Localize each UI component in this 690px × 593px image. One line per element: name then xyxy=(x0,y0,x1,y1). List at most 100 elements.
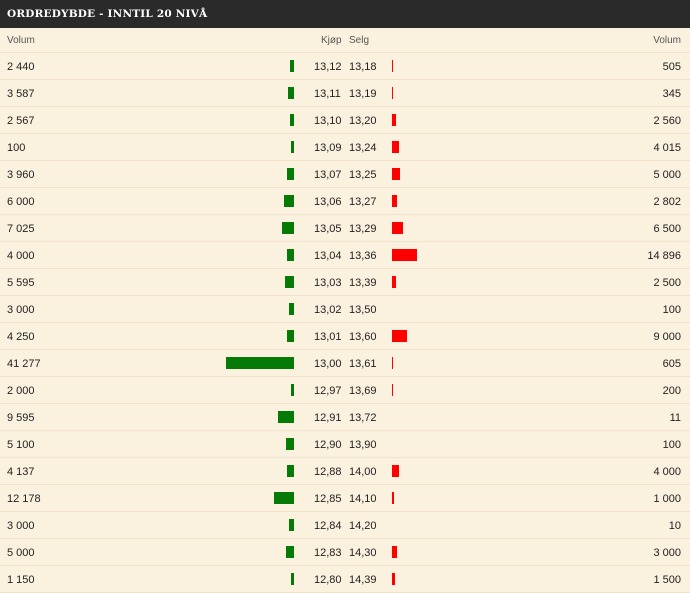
sell-volume: 11 xyxy=(669,412,681,424)
order-row: 9 595 12,91 13,72 11 xyxy=(0,404,690,431)
buy-volume: 41 277 xyxy=(7,358,41,370)
sell-price: 13,72 xyxy=(349,412,377,424)
sell-price: 13,39 xyxy=(349,277,377,289)
sell-price: 13,24 xyxy=(349,142,377,154)
buy-price: 13,06 xyxy=(314,196,342,208)
buy-volume-bar xyxy=(288,87,294,99)
sell-price: 13,18 xyxy=(349,61,377,73)
sell-volume: 605 xyxy=(662,358,681,370)
buy-volume-bar xyxy=(287,330,294,342)
order-row: 41 277 13,00 13,61 605 xyxy=(0,350,690,377)
buy-volume: 3 000 xyxy=(7,304,35,316)
buy-volume-bar xyxy=(287,249,294,261)
buy-price: 12,83 xyxy=(314,547,342,559)
sell-volume-bar xyxy=(392,465,399,477)
sell-price: 13,19 xyxy=(349,88,377,100)
sell-price: 14,39 xyxy=(349,574,377,586)
sell-volume-bar xyxy=(392,276,396,288)
sell-volume: 2 802 xyxy=(653,196,681,208)
order-row: 5 000 12,83 14,30 3 000 xyxy=(0,539,690,566)
buy-price: 12,80 xyxy=(314,574,342,586)
sell-price: 13,90 xyxy=(349,439,377,451)
buy-volume-bar xyxy=(290,60,294,72)
buy-volume: 12 178 xyxy=(7,493,41,505)
buy-volume-bar xyxy=(286,546,294,558)
buy-price: 12,88 xyxy=(314,466,342,478)
order-rows: 2 440 13,12 13,18 505 3 587 13,11 13,19 345 2 56… xyxy=(0,53,690,593)
buy-volume: 3 960 xyxy=(7,169,35,181)
order-row: 2 440 13,12 13,18 505 xyxy=(0,53,690,80)
buy-price: 13,05 xyxy=(314,223,342,235)
buy-price: 13,12 xyxy=(314,61,342,73)
buy-volume: 7 025 xyxy=(7,223,35,235)
order-row: 5 595 13,03 13,39 2 500 xyxy=(0,269,690,296)
sell-volume: 2 500 xyxy=(653,277,681,289)
buy-price: 12,90 xyxy=(314,439,342,451)
sell-volume: 10 xyxy=(668,520,681,532)
buy-volume-bar xyxy=(291,141,294,153)
buy-volume: 100 xyxy=(7,142,26,154)
buy-volume-bar xyxy=(285,276,294,288)
sell-volume: 5 000 xyxy=(653,169,681,181)
buy-price: 13,01 xyxy=(314,331,342,343)
buy-price: 12,85 xyxy=(314,493,342,505)
sell-volume-bar xyxy=(392,249,417,261)
buy-volume-bar xyxy=(289,303,294,315)
buy-volume: 6 000 xyxy=(7,196,35,208)
order-row: 2 567 13,10 13,20 2 560 xyxy=(0,107,690,134)
sell-price: 13,60 xyxy=(349,331,377,343)
sell-volume: 345 xyxy=(662,88,681,100)
buy-volume: 2 000 xyxy=(7,385,35,397)
sell-price: 14,30 xyxy=(349,547,377,559)
header-sell-volume: Volum xyxy=(653,35,681,46)
sell-price: 13,36 xyxy=(349,250,377,262)
header-buy-volume: Volum xyxy=(7,35,35,46)
header-sell-price: Selg xyxy=(349,35,370,46)
order-row: 3 960 13,07 13,25 5 000 xyxy=(0,161,690,188)
sell-volume: 505 xyxy=(662,61,681,73)
buy-volume: 2 440 xyxy=(7,61,35,73)
sell-volume-bar xyxy=(392,195,397,207)
sell-volume-bar xyxy=(392,357,393,369)
buy-volume: 3 000 xyxy=(7,520,35,532)
buy-volume-bar xyxy=(286,438,294,450)
sell-volume-bar xyxy=(392,384,393,396)
buy-price: 13,00 xyxy=(314,358,342,370)
sell-price: 14,20 xyxy=(349,520,377,532)
sell-volume: 100 xyxy=(662,439,681,451)
sell-volume-bar xyxy=(392,546,397,558)
buy-volume: 5 000 xyxy=(7,547,35,559)
order-row: 3 000 13,02 13,50 100 xyxy=(0,296,690,323)
buy-volume: 9 595 xyxy=(7,412,35,424)
table-header: Volum Kjøp Selg Volum xyxy=(0,28,690,53)
buy-volume-bar xyxy=(291,573,294,585)
buy-price: 12,84 xyxy=(314,520,342,532)
buy-price: 13,02 xyxy=(314,304,342,316)
buy-volume: 1 150 xyxy=(7,574,35,586)
buy-volume-bar xyxy=(290,114,294,126)
sell-volume-bar xyxy=(392,60,393,72)
buy-price: 13,11 xyxy=(314,88,341,100)
sell-volume-bar xyxy=(392,573,395,585)
sell-volume-bar xyxy=(392,330,407,342)
sell-price: 14,10 xyxy=(349,493,377,505)
buy-volume-bar xyxy=(291,384,294,396)
header-buy-price: Kjøp xyxy=(321,35,342,46)
order-row: 100 13,09 13,24 4 015 xyxy=(0,134,690,161)
buy-volume: 3 587 xyxy=(7,88,35,100)
sell-volume-bar xyxy=(392,222,403,234)
order-row: 3 587 13,11 13,19 345 xyxy=(0,80,690,107)
sell-volume: 100 xyxy=(662,304,681,316)
buy-volume: 4 137 xyxy=(7,466,35,478)
buy-volume: 4 250 xyxy=(7,331,35,343)
sell-volume-bar xyxy=(392,114,396,126)
buy-volume-bar xyxy=(282,222,294,234)
buy-price: 13,09 xyxy=(314,142,342,154)
order-row: 12 178 12,85 14,10 1 000 xyxy=(0,485,690,512)
sell-volume: 9 000 xyxy=(653,331,681,343)
buy-price: 13,04 xyxy=(314,250,342,262)
sell-volume: 4 015 xyxy=(653,142,681,154)
buy-volume-bar xyxy=(278,411,294,423)
sell-volume-bar xyxy=(392,492,394,504)
sell-volume-bar xyxy=(392,168,400,180)
